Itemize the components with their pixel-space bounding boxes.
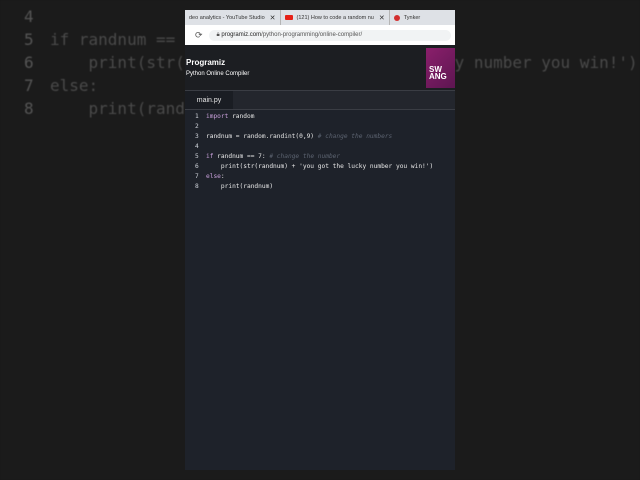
keyword: if: [206, 153, 214, 160]
keyword: import: [206, 113, 229, 120]
address-bar: ⟳ 🔒︎ programiz.com/python-programming/on…: [185, 25, 455, 45]
code-text: else:: [50, 76, 99, 95]
code-text: if randnum == 7:: [50, 30, 205, 49]
browser-tab-tynker[interactable]: Tynker: [390, 10, 425, 25]
tynker-icon: [393, 14, 400, 21]
line-number: 7: [195, 173, 199, 180]
line-number: 5: [195, 153, 199, 160]
line-number: 4: [24, 7, 34, 26]
youtube-icon: [284, 15, 293, 20]
background-code-line: 7 else:: [24, 76, 98, 95]
line-number: 1: [195, 113, 199, 120]
close-icon[interactable]: ✕: [270, 14, 276, 22]
browser-window: deo analytics - YouTube Studio ✕ (121) Ho…: [185, 10, 455, 470]
line-number: 7: [24, 76, 34, 95]
background-code-line: 5 if randnum == 7:: [24, 30, 204, 49]
line-number: 8: [195, 183, 199, 190]
line-number: 6: [24, 53, 34, 72]
ad-banner[interactable]: SW ANG: [426, 48, 455, 88]
code-text: random: [228, 113, 255, 120]
file-tabs: main.py: [185, 90, 455, 110]
code-line[interactable]: 4: [185, 142, 455, 152]
code-text: print(randnum): [206, 183, 274, 190]
code-line[interactable]: 6 print(str(randnum) + 'you got the luck…: [185, 162, 455, 172]
code-text: randnum = random.randint(0,9): [206, 133, 318, 140]
code-text: :: [220, 173, 225, 180]
close-icon[interactable]: ✕: [379, 14, 385, 22]
code-text: print(str(randnum) + 'you got the lucky …: [206, 163, 434, 170]
browser-tab-youtube-studio[interactable]: deo analytics - YouTube Studio ✕: [185, 10, 281, 25]
code-line[interactable]: 1 import random: [185, 112, 455, 122]
code-text: randnum == 7:: [213, 153, 270, 160]
code-line[interactable]: 7 else:: [185, 172, 455, 182]
tab-main-py[interactable]: main.py: [185, 91, 233, 109]
line-number: 2: [195, 123, 199, 130]
programiz-logo[interactable]: Programiz: [186, 58, 225, 67]
browser-tab-bar: deo analytics - YouTube Studio ✕ (121) Ho…: [185, 10, 455, 25]
page-subtitle: Python Online Compiler: [186, 71, 250, 77]
line-number: 5: [24, 30, 34, 49]
url-field[interactable]: 🔒︎ programiz.com/python-programming/onli…: [208, 29, 451, 41]
code-editor[interactable]: 1 import random 2 3 randnum = random.randint…: [185, 110, 455, 192]
browser-tab-youtube-video[interactable]: (121) How to code a random nu ✕: [281, 10, 390, 25]
line-number: 6: [195, 163, 199, 170]
reload-icon[interactable]: ⟳: [195, 30, 203, 41]
background-code-line: 4: [24, 7, 50, 26]
code-line[interactable]: 5 if randnum == 7: # change the number: [185, 152, 455, 162]
site-header: Programiz Python Online Compiler SW ANG: [185, 45, 455, 90]
keyword: else: [206, 173, 221, 180]
code-comment: # change the numbers: [317, 133, 393, 140]
code-line[interactable]: 8 print(randnum): [185, 182, 455, 192]
line-number: 8: [24, 99, 34, 118]
line-number: 3: [195, 133, 199, 140]
code-line[interactable]: 3 randnum = random.randint(0,9) # change …: [185, 132, 455, 142]
code-line[interactable]: 2: [185, 122, 455, 132]
line-number: 4: [195, 143, 199, 150]
code-comment: # change the number: [269, 153, 341, 160]
